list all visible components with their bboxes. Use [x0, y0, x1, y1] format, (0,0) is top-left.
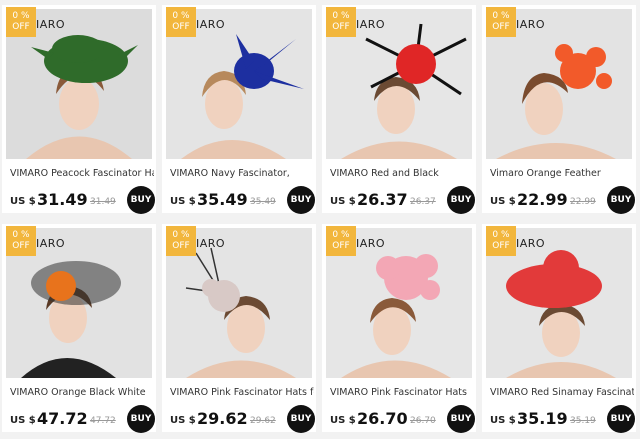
- product-title[interactable]: VIMARO Red Sinamay Fascinators: [490, 387, 634, 398]
- price: 31.49: [37, 190, 88, 209]
- currency-label: US $: [10, 415, 36, 426]
- buy-button[interactable]: BUY: [447, 186, 475, 214]
- price: 35.49: [197, 190, 248, 209]
- discount-badge: 0 % OFF: [486, 7, 516, 37]
- brand-label: IARO: [516, 237, 546, 250]
- original-price: 29.62: [250, 416, 276, 426]
- brand-label: IARO: [36, 18, 66, 31]
- discount-badge: 0 % OFF: [6, 7, 36, 37]
- product-title[interactable]: VIMARO Navy Fascinator,: [170, 168, 314, 179]
- price: 26.37: [357, 190, 408, 209]
- brand-label: IARO: [196, 237, 226, 250]
- product-card[interactable]: IARO 0 % OFF VIMARO Navy Fascinator, US $…: [162, 5, 316, 214]
- original-price: 35.19: [570, 416, 596, 426]
- product-title[interactable]: Vimaro Orange Feather: [490, 168, 634, 179]
- product-card[interactable]: IARO 0 % OFF VIMARO Peacock Fascinator Ha…: [2, 5, 156, 214]
- brand-label: IARO: [356, 18, 386, 31]
- buy-button[interactable]: BUY: [447, 405, 475, 433]
- original-price: 26.37: [410, 197, 436, 207]
- original-price: 35.49: [250, 197, 276, 207]
- currency-label: US $: [330, 415, 356, 426]
- product-card[interactable]: IARO 0 % OFF VIMARO Pink Fascinator Hats …: [322, 224, 476, 433]
- brand-label: IARO: [196, 18, 226, 31]
- buy-button[interactable]: BUY: [287, 405, 315, 433]
- brand-label: IARO: [356, 237, 386, 250]
- currency-label: US $: [330, 196, 356, 207]
- price: 22.99: [517, 190, 568, 209]
- discount-badge: 0 % OFF: [486, 226, 516, 256]
- buy-button[interactable]: BUY: [607, 405, 635, 433]
- original-price: 26.70: [410, 416, 436, 426]
- currency-label: US $: [10, 196, 36, 207]
- product-card[interactable]: IARO 0 % OFF VIMARO Red Sinamay Fascinato…: [482, 224, 636, 433]
- discount-badge: 0 % OFF: [166, 226, 196, 256]
- product-title[interactable]: VIMARO Pink Fascinator Hats for: [170, 387, 314, 398]
- brand-label: IARO: [36, 237, 66, 250]
- currency-label: US $: [170, 415, 196, 426]
- price: 29.62: [197, 409, 248, 428]
- buy-button[interactable]: BUY: [127, 405, 155, 433]
- brand-label: IARO: [516, 18, 546, 31]
- currency-label: US $: [490, 415, 516, 426]
- price: 35.19: [517, 409, 568, 428]
- product-card[interactable]: IARO 0 % OFF VIMARO Pink Fascinator Hats …: [162, 224, 316, 433]
- price: 26.70: [357, 409, 408, 428]
- buy-button[interactable]: BUY: [607, 186, 635, 214]
- product-title[interactable]: VIMARO Peacock Fascinator Hat: [10, 168, 154, 179]
- product-title[interactable]: VIMARO Orange Black White: [10, 387, 154, 398]
- product-title[interactable]: VIMARO Pink Fascinator Hats: [330, 387, 474, 398]
- product-card[interactable]: IARO 0 % OFF Vimaro Orange Feather US $ 2…: [482, 5, 636, 214]
- currency-label: US $: [490, 196, 516, 207]
- buy-button[interactable]: BUY: [287, 186, 315, 214]
- original-price: 22.99: [570, 197, 596, 207]
- product-card[interactable]: IARO 0 % OFF VIMARO Orange Black White US…: [2, 224, 156, 433]
- currency-label: US $: [170, 196, 196, 207]
- discount-badge: 0 % OFF: [166, 7, 196, 37]
- discount-badge: 0 % OFF: [6, 226, 36, 256]
- buy-button[interactable]: BUY: [127, 186, 155, 214]
- price: 47.72: [37, 409, 88, 428]
- original-price: 31.49: [90, 197, 116, 207]
- product-title[interactable]: VIMARO Red and Black: [330, 168, 474, 179]
- product-grid: IARO 0 % OFF VIMARO Peacock Fascinator Ha…: [0, 0, 640, 439]
- product-card[interactable]: IARO 0 % OFF VIMARO Red and Black US $ 26…: [322, 5, 476, 214]
- discount-badge: 0 % OFF: [326, 7, 356, 37]
- original-price: 47.72: [90, 416, 116, 426]
- discount-badge: 0 % OFF: [326, 226, 356, 256]
